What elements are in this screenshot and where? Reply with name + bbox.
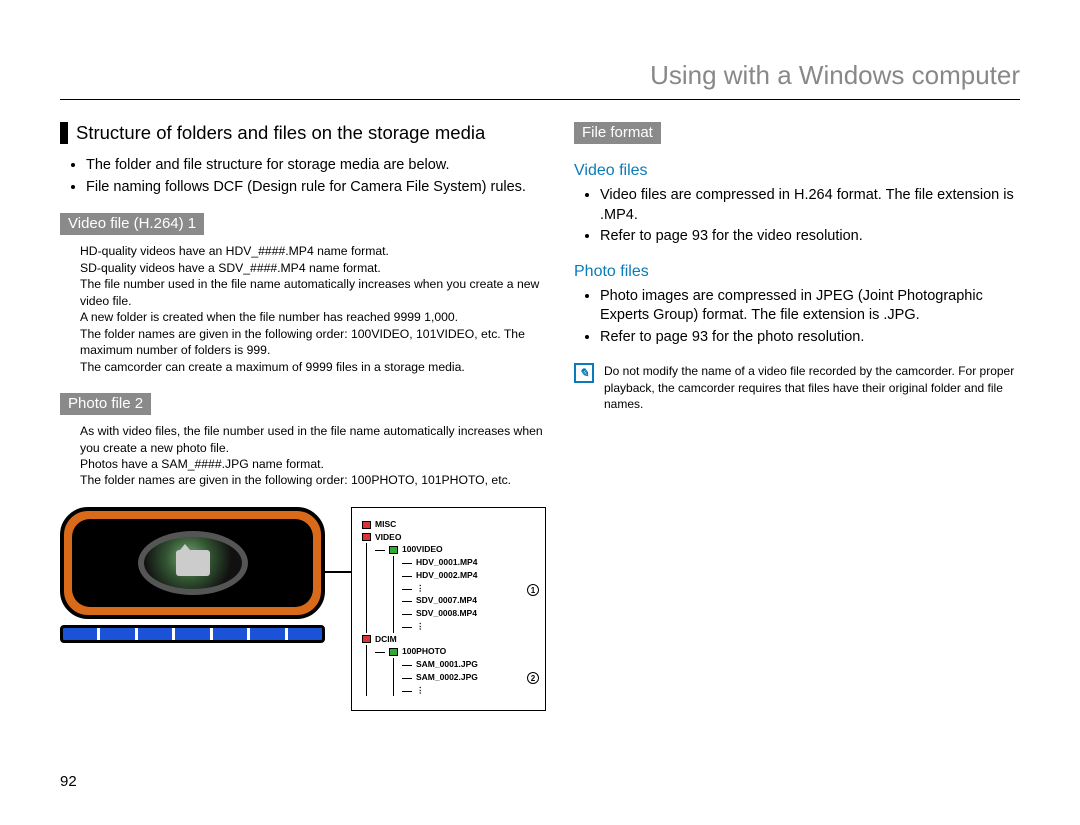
- photo-files-subtitle: Photo files: [574, 263, 1020, 281]
- video-files-bullets: Video files are compressed in H.264 form…: [574, 186, 1020, 247]
- note-line: The file number used in the file name au…: [80, 276, 546, 309]
- note-line: The folder names are given in the follow…: [80, 326, 546, 359]
- note-line: The folder names are given in the follow…: [80, 472, 546, 488]
- note-line: As with video files, the file number use…: [80, 423, 546, 456]
- video-file-notes: HD-quality videos have an HDV_####.MP4 n…: [60, 243, 546, 375]
- tree-label: MISC: [375, 519, 396, 529]
- photo-file-notes: As with video files, the file number use…: [60, 423, 546, 489]
- illustration: 1 2 MISC VIDEO 100VIDEO HDV_0001.MP4 HDV…: [60, 507, 546, 712]
- tree-label: 100PHOTO: [402, 646, 446, 656]
- tree-file: SAM_0002.JPG: [406, 671, 531, 684]
- note-icon: ✎: [574, 363, 594, 383]
- tree-label: DCIM: [375, 634, 397, 644]
- section-heading-structure: Structure of folders and files on the st…: [60, 122, 546, 144]
- tree-file: HDV_0002.MP4: [406, 569, 531, 582]
- bullet-item: Video files are compressed in H.264 form…: [600, 186, 1020, 225]
- folder-tree: 1 2 MISC VIDEO 100VIDEO HDV_0001.MP4 HDV…: [351, 507, 546, 712]
- tree-label: 100VIDEO: [402, 544, 443, 554]
- page-title: Using with a Windows computer: [60, 60, 1020, 100]
- photo-file-tag: Photo file 2: [60, 393, 151, 415]
- tree-file: SDV_0007.MP4: [406, 594, 531, 607]
- camera-icon: [176, 550, 210, 576]
- tree-label: VIDEO: [375, 532, 401, 542]
- photo-files-bullets: Photo images are compressed in JPEG (Joi…: [574, 287, 1020, 348]
- intro-list: The folder and file structure for storag…: [60, 156, 546, 197]
- tree-file: SDV_0008.MP4: [406, 607, 531, 620]
- folder-icon: [389, 648, 398, 656]
- intro-item: File naming follows DCF (Design rule for…: [86, 178, 546, 198]
- tree-file: SAM_0001.JPG: [406, 658, 531, 671]
- bullet-item: Refer to page 93 for the photo resolutio…: [600, 328, 1020, 348]
- right-column: File format Video files Video files are …: [574, 122, 1020, 711]
- tree-file: HDV_0001.MP4: [406, 556, 531, 569]
- lens-icon: [138, 531, 248, 595]
- folder-icon: [362, 521, 371, 529]
- intro-item: The folder and file structure for storag…: [86, 156, 546, 176]
- folder-icon: [362, 635, 371, 643]
- note-line: The camcorder can create a maximum of 99…: [80, 359, 546, 375]
- file-format-tag: File format: [574, 122, 661, 144]
- tree-ellipsis: ⋮: [406, 582, 531, 595]
- folder-icon: [362, 533, 371, 541]
- note-line: A new folder is created when the file nu…: [80, 309, 546, 325]
- bullet-item: Refer to page 93 for the video resolutio…: [600, 227, 1020, 247]
- tree-ellipsis: ⋮: [406, 620, 531, 633]
- sd-card-slot-graphic: [60, 625, 325, 643]
- note-text: Do not modify the name of a video file r…: [604, 363, 1020, 412]
- video-files-subtitle: Video files: [574, 162, 1020, 180]
- video-file-tag: Video file (H.264) 1: [60, 213, 204, 235]
- note-line: Photos have a SAM_####.JPG name format.: [80, 456, 546, 472]
- left-column: Structure of folders and files on the st…: [60, 122, 546, 711]
- bullet-item: Photo images are compressed in JPEG (Joi…: [600, 287, 1020, 326]
- note-line: SD-quality videos have a SDV_####.MP4 na…: [80, 260, 546, 276]
- tree-ellipsis: ⋮: [406, 684, 531, 697]
- note-callout: ✎ Do not modify the name of a video file…: [574, 363, 1020, 412]
- note-line: HD-quality videos have an HDV_####.MP4 n…: [80, 243, 546, 259]
- camcorder-graphic: [60, 507, 325, 643]
- callout-line: [325, 571, 351, 573]
- folder-icon: [389, 546, 398, 554]
- page-number: 92: [60, 773, 77, 790]
